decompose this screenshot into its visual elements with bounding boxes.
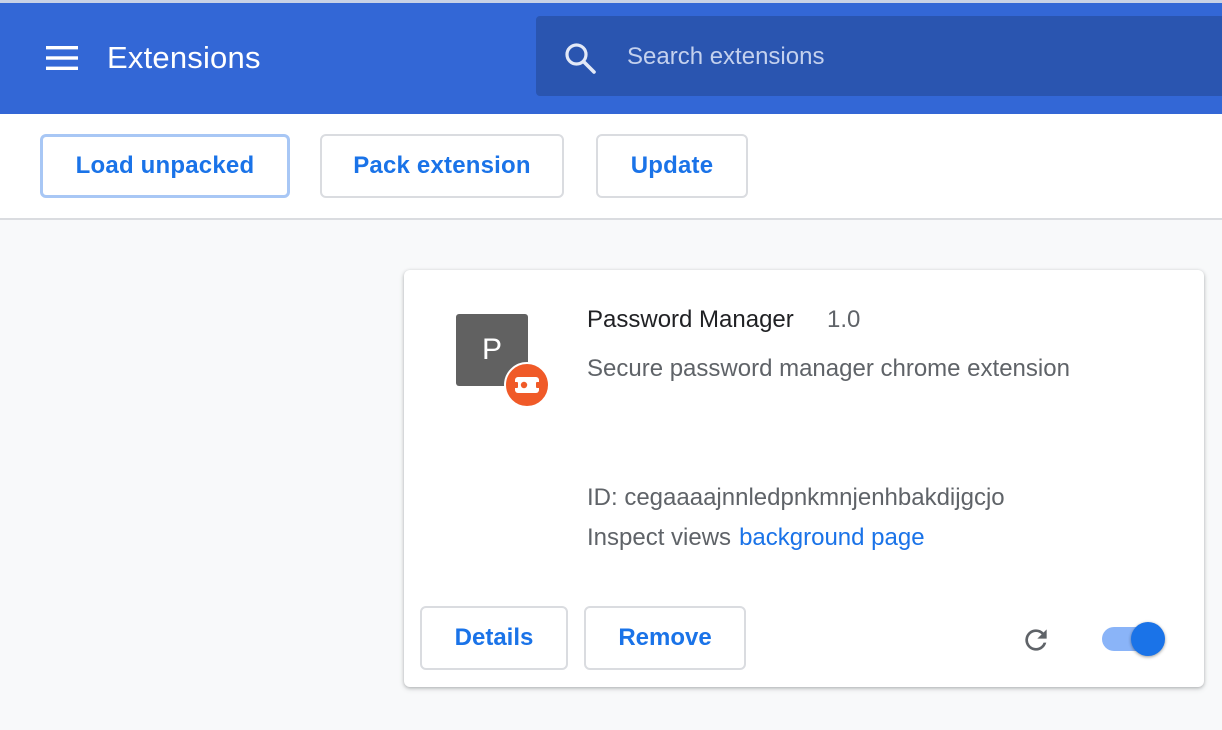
details-button[interactable]: Details (420, 606, 568, 670)
extension-card: P Password Manager 1.0 Secure password m… (404, 270, 1204, 687)
unpacked-extension-icon (504, 362, 550, 408)
inspect-views-label: Inspect views (587, 524, 732, 551)
extension-version: 1.0 (827, 306, 861, 333)
background-page-link[interactable]: background page (739, 524, 924, 551)
update-button[interactable]: Update (596, 134, 748, 198)
main-menu-button[interactable] (40, 38, 84, 78)
page-title: Extensions (107, 40, 261, 75)
pack-extension-button[interactable]: Pack extension (320, 134, 564, 198)
remove-button[interactable]: Remove (584, 606, 746, 670)
extension-description: Secure password manager chrome extension (587, 355, 1070, 382)
search-icon[interactable] (560, 38, 600, 78)
search-input[interactable] (627, 36, 1187, 78)
extension-name: Password Manager (587, 306, 794, 333)
extension-enable-toggle[interactable] (1100, 622, 1166, 656)
extension-id: ID: cegaaaajnnledpnkmnjenhbakdijgcjo (587, 484, 1005, 511)
load-unpacked-button[interactable]: Load unpacked (40, 134, 290, 198)
hamburger-menu-icon (46, 46, 78, 70)
toggle-knob (1131, 622, 1165, 656)
reload-icon[interactable] (1016, 620, 1056, 660)
inspect-views-row: Inspect views background page (587, 524, 925, 552)
developer-toolbar: Load unpacked Pack extension Update (0, 114, 1222, 220)
extension-icon-letter: P (481, 333, 502, 366)
